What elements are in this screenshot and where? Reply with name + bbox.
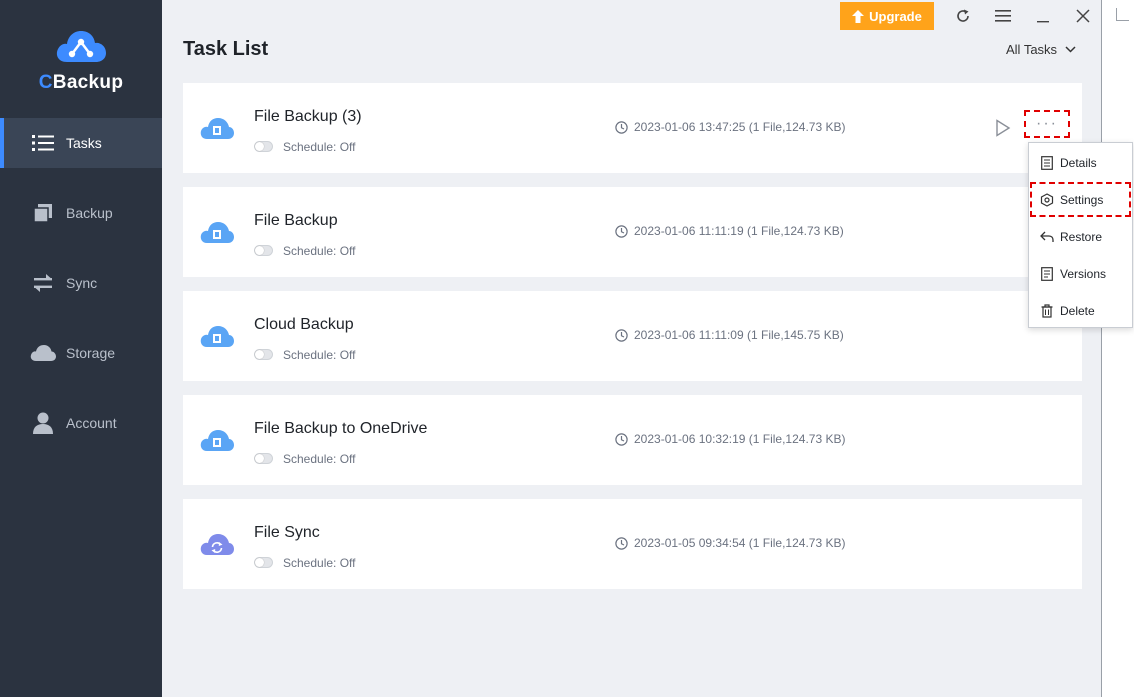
upgrade-label: Upgrade [869,8,922,24]
task-card[interactable]: File Backup (3) Schedule: Off 2023-01-06… [183,83,1082,173]
task-name: Cloud Backup [254,316,354,333]
cloud-backup-icon [200,118,234,139]
cloud-icon [28,341,58,365]
upgrade-arrow-icon [852,9,865,23]
schedule-toggle[interactable] [254,453,273,464]
sidebar: CBackup Tasks Backup Sync Storage Accoun… [0,0,162,697]
settings-icon [1039,192,1055,208]
list-icon [28,131,58,155]
cloud-sync-icon [200,534,234,555]
task-name: File Sync [254,524,320,541]
window-edge [1116,8,1129,21]
menu-item-label: Details [1060,155,1097,170]
task-last-run: 2023-01-05 09:34:54 (1 File,124.73 KB) [615,536,845,550]
menu-item-label: Settings [1060,192,1104,207]
clock-icon [615,328,628,342]
details-icon [1039,155,1055,171]
chevron-down-icon [1065,46,1076,53]
schedule-status: Schedule: Off [283,140,356,154]
schedule-toggle[interactable] [254,141,273,152]
task-name: File Backup [254,212,338,229]
sidebar-item-backup[interactable]: Backup [0,188,162,238]
schedule-status: Schedule: Off [283,452,356,466]
restore-icon [1039,229,1055,245]
task-time: 2023-01-06 11:11:09 (1 File,145.75 KB) [634,328,844,342]
task-filter-dropdown[interactable]: All Tasks [1006,42,1076,57]
menu-item-versions[interactable]: Versions [1029,255,1132,292]
page-title: Task List [183,38,269,60]
minimize-button[interactable] [1031,4,1055,28]
task-name: File Backup (3) [254,108,362,125]
trash-icon [1039,303,1055,319]
schedule-status: Schedule: Off [283,556,356,570]
task-last-run: 2023-01-06 11:11:19 (1 File,124.73 KB) [615,224,844,238]
task-options-menu: Details Settings Restore Versions Delete [1028,142,1133,328]
menu-item-label: Versions [1060,266,1107,281]
sidebar-item-tasks[interactable]: Tasks [0,118,162,168]
task-card[interactable]: File Backup Schedule: Off 2023-01-06 11:… [183,187,1082,277]
task-card[interactable]: Cloud Backup Schedule: Off 2023-01-06 11… [183,291,1082,381]
sidebar-item-sync[interactable]: Sync [0,258,162,308]
refresh-icon [957,9,969,22]
task-time: 2023-01-05 09:34:54 (1 File,124.73 KB) [634,536,846,550]
clock-icon [615,536,628,550]
sidebar-item-storage[interactable]: Storage [0,328,162,378]
sync-icon [28,271,58,295]
schedule-toggle[interactable] [254,557,273,568]
sidebar-item-label: Backup [66,205,113,221]
schedule-toggle[interactable] [254,245,273,256]
menu-item-details[interactable]: Details [1029,144,1132,181]
clock-icon [615,432,628,446]
schedule-status: Schedule: Off [283,244,356,258]
filter-label: All Tasks [1006,42,1058,57]
logo-text: CBackup [38,72,124,93]
ellipsis-icon: ··· [1036,115,1058,132]
task-name: File Backup to OneDrive [254,420,428,437]
close-icon [1076,9,1090,23]
sidebar-item-label: Storage [66,345,116,361]
logo: CBackup [0,26,162,94]
menu-item-restore[interactable]: Restore [1029,218,1132,255]
schedule-status: Schedule: Off [283,348,356,362]
cloud-backup-icon [200,430,234,451]
task-time: 2023-01-06 11:11:19 (1 File,124.73 KB) [634,224,844,238]
cloud-backup-icon [200,326,234,347]
sidebar-item-label: Sync [66,275,98,291]
clock-icon [615,120,628,134]
task-card[interactable]: File Backup to OneDrive Schedule: Off 20… [183,395,1082,485]
schedule-toggle[interactable] [254,349,273,360]
task-last-run: 2023-01-06 10:32:19 (1 File,124.73 KB) [615,432,845,446]
clock-icon [615,224,628,238]
menu-item-label: Delete [1060,303,1095,318]
sidebar-item-label: Account [66,415,117,431]
task-last-run: 2023-01-06 11:11:09 (1 File,145.75 KB) [615,328,844,342]
refresh-button[interactable] [951,4,975,28]
task-time: 2023-01-06 13:47:25 (1 File,124.73 KB) [634,120,846,134]
task-card[interactable]: File Sync Schedule: Off 2023-01-05 09:34… [183,499,1082,589]
menu-button[interactable] [991,4,1015,28]
menu-item-settings[interactable]: Settings [1029,181,1132,218]
close-button[interactable] [1071,4,1095,28]
logo-icon [56,31,106,62]
cloud-backup-icon [200,222,234,243]
hamburger-icon [995,10,1011,22]
task-time: 2023-01-06 10:32:19 (1 File,124.73 KB) [634,432,846,446]
menu-item-label: Restore [1060,229,1103,244]
sidebar-item-account[interactable]: Account [0,398,162,448]
backup-icon [28,201,58,225]
user-icon [28,411,58,435]
menu-item-delete[interactable]: Delete [1029,292,1132,329]
task-last-run: 2023-01-06 13:47:25 (1 File,124.73 KB) [615,120,845,134]
play-icon[interactable] [995,119,1011,137]
sidebar-item-label: Tasks [66,135,102,151]
versions-icon [1039,266,1055,282]
upgrade-button[interactable]: Upgrade [840,2,934,30]
minimize-icon [1037,21,1049,23]
app-window: CBackup Tasks Backup Sync Storage Accoun… [0,0,1102,697]
more-options-button[interactable]: ··· [1024,110,1070,138]
